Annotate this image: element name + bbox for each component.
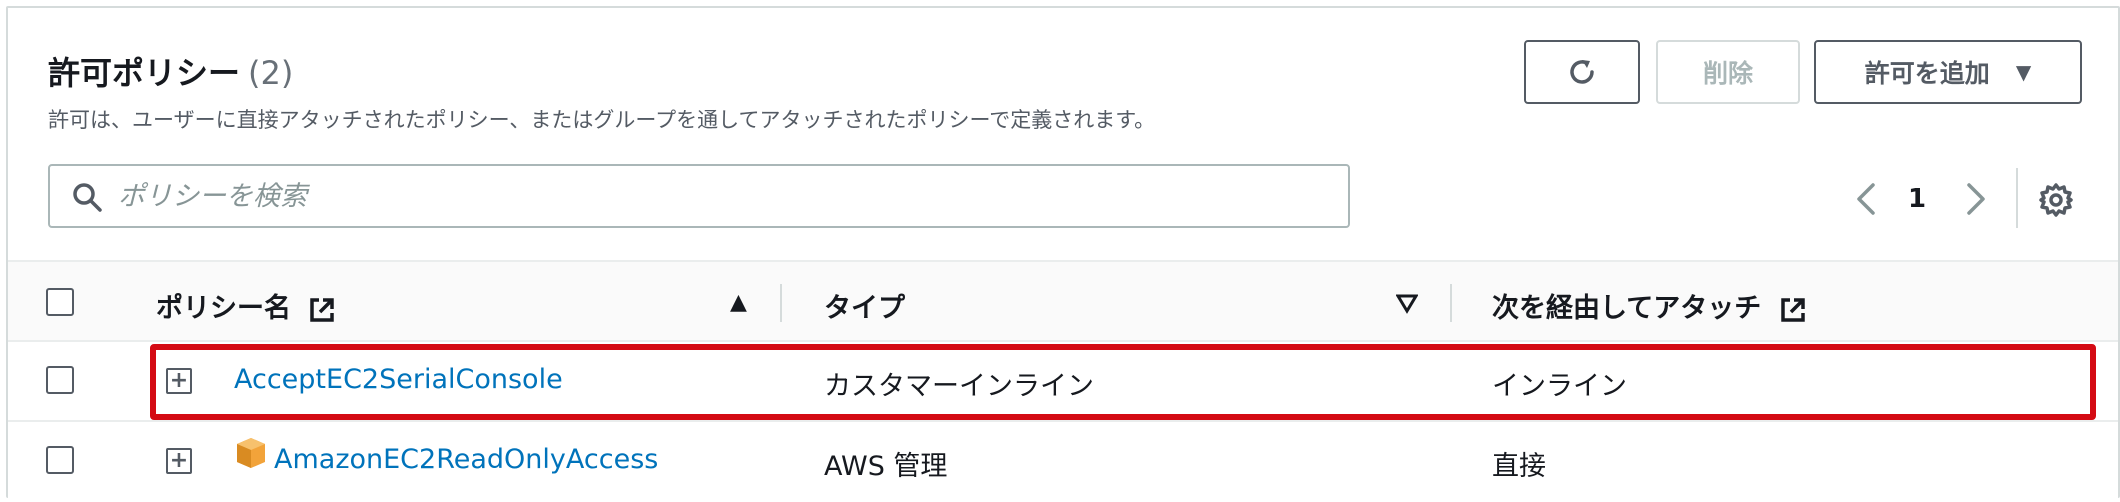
caret-down-icon: ▼ — [2015, 60, 2032, 84]
column-divider[interactable] — [1450, 284, 1452, 322]
column-header-policy-name-label: ポリシー名 — [156, 293, 291, 324]
plus-icon: + — [169, 368, 189, 393]
current-page-number[interactable]: 1 — [1908, 184, 1926, 214]
permissions-policies-panel: 許可ポリシー (2) 許可は、ユーザーに直接アタッチされたポリシー、またはグループ… — [6, 6, 2120, 502]
sort-ascending-icon[interactable]: ▲ — [730, 290, 747, 315]
aws-managed-policy-icon — [237, 438, 265, 468]
page-title: 許可ポリシー (2) — [48, 48, 293, 94]
column-header-attached-via-label: 次を経由してアタッチ — [1492, 293, 1762, 324]
add-permissions-button[interactable]: 許可を追加 ▼ — [1814, 40, 2082, 104]
search-icon — [73, 183, 102, 212]
attached-via: 直接 — [1492, 451, 1546, 482]
external-link-icon — [1780, 297, 1805, 322]
sort-descending-icon[interactable] — [1396, 294, 1418, 314]
column-header-attached-via[interactable]: 次を経由してアタッチ — [1492, 286, 1807, 325]
table-row: + AcceptEC2SerialConsole カスタマーインライン インライ… — [8, 342, 2118, 422]
row-checkbox[interactable] — [46, 366, 74, 394]
attached-via: インライン — [1492, 371, 1627, 402]
expand-row-button[interactable]: + — [166, 448, 192, 474]
panel-header: 許可ポリシー (2) 許可は、ユーザーに直接アタッチされたポリシー、またはグループ… — [8, 8, 2118, 260]
row-checkbox[interactable] — [46, 446, 74, 474]
previous-page-icon[interactable] — [1854, 182, 1878, 216]
pager-divider — [2016, 168, 2018, 228]
policy-name-link[interactable]: AcceptEC2SerialConsole — [234, 364, 563, 395]
policy-type: カスタマーインライン — [824, 371, 1094, 402]
policy-name-link[interactable]: AmazonEC2ReadOnlyAccess — [274, 444, 658, 475]
delete-button[interactable]: 削除 — [1656, 40, 1800, 104]
gear-icon[interactable] — [2038, 182, 2074, 218]
title-text: 許可ポリシー — [48, 54, 241, 92]
policy-type: AWS 管理 — [824, 451, 948, 482]
column-header-policy-name[interactable]: ポリシー名 — [156, 286, 336, 325]
refresh-icon — [1570, 60, 1594, 84]
search-input[interactable] — [118, 174, 1318, 218]
expand-row-button[interactable]: + — [166, 368, 192, 394]
table-header: ポリシー名 ▲ タイプ 次を経由してアタッチ — [8, 260, 2118, 342]
refresh-button[interactable] — [1524, 40, 1640, 104]
table-row: + AmazonEC2ReadOnlyAccess AWS 管理 直接 — [8, 422, 2118, 502]
column-divider[interactable] — [780, 284, 782, 322]
external-link-icon — [310, 297, 335, 322]
column-header-type[interactable]: タイプ — [824, 286, 905, 325]
select-all-checkbox[interactable] — [46, 288, 74, 316]
plus-icon: + — [169, 448, 189, 473]
add-permissions-label: 許可を追加 — [1864, 59, 1990, 88]
next-page-icon[interactable] — [1964, 182, 1988, 216]
policy-count: (2) — [248, 54, 294, 92]
policy-search[interactable] — [48, 164, 1350, 228]
panel-description: 許可は、ユーザーに直接アタッチされたポリシー、またはグループを通してアタッチされ… — [48, 108, 1156, 132]
